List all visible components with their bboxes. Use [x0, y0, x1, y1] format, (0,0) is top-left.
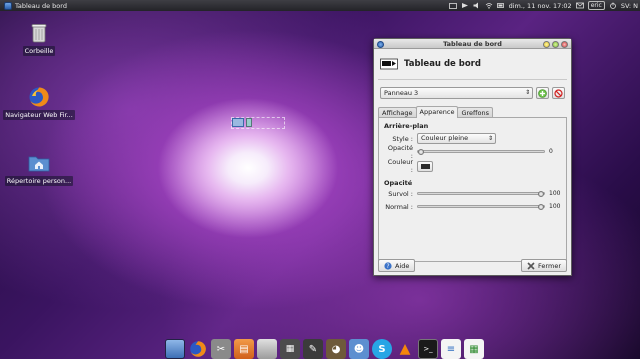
trash-icon[interactable] [257, 339, 277, 359]
hover-label: Survol : [388, 189, 413, 198]
calc-icon[interactable]: ▦ [464, 339, 484, 359]
tools-icon[interactable]: ✎ [303, 339, 323, 359]
hover-value: 100 [549, 190, 561, 197]
trash-icon [28, 22, 50, 44]
slider-knob[interactable] [538, 190, 544, 197]
dialog-buttons: ? Aide Fermer [378, 259, 567, 272]
firefox-icon [28, 86, 50, 108]
background-opacity-slider[interactable] [417, 148, 545, 155]
add-panel-button[interactable] [536, 87, 550, 99]
plus-icon [538, 88, 547, 98]
taskbar-window-title: Tableau de bord [15, 1, 67, 10]
desktop-icon[interactable] [165, 339, 185, 359]
section-title-background: Arrière-plan [384, 122, 429, 130]
vlc-icon[interactable]: ▲ [395, 339, 415, 359]
firefox-icon[interactable] [188, 339, 208, 359]
panel-select[interactable]: Panneau 3 ⇕ [380, 87, 534, 99]
remove-icon [554, 88, 563, 98]
system-tray: dim., 11 nov. 17:02 eric SV: N [448, 0, 638, 11]
users-icon[interactable]: ☻ [349, 339, 369, 359]
panel-drag-ghost[interactable] [231, 117, 285, 129]
opacity-value: 0 [549, 148, 553, 155]
settings-icon[interactable]: ✂ [211, 339, 231, 359]
mail-icon[interactable] [575, 2, 584, 9]
normal-opacity-row: Normal : 100 [384, 200, 561, 213]
slider-knob[interactable] [418, 148, 424, 155]
battery-icon[interactable] [496, 2, 505, 9]
writer-icon[interactable]: ≡ [441, 339, 461, 359]
normal-value: 100 [549, 203, 561, 210]
dialog-header: Tableau de bord [374, 49, 571, 79]
top-panel: Tableau de bord dim., 11 nov. 17:02 eric… [0, 0, 640, 11]
window-menu-icon[interactable] [377, 40, 384, 48]
home-folder-icon [28, 152, 50, 174]
clock[interactable]: dim., 11 nov. 17:02 [509, 2, 572, 10]
user-menu[interactable]: eric [587, 1, 605, 10]
window-titlebar[interactable]: Tableau de bord [374, 39, 571, 49]
color-label: Couleur : [387, 158, 413, 174]
power-icon[interactable] [609, 2, 617, 9]
folder-icon[interactable] [448, 2, 457, 9]
style-select[interactable]: Couleur pleine ⇕ [417, 133, 496, 144]
remove-panel-button[interactable] [552, 87, 565, 99]
files-icon[interactable]: ▤ [234, 339, 254, 359]
keyboard-layout[interactable]: SV: N [621, 2, 638, 10]
help-button[interactable]: ? Aide [378, 259, 416, 272]
calculator-icon[interactable]: ▦ [280, 339, 300, 359]
style-select-value: Couleur pleine [421, 134, 469, 142]
taskbar-window-button[interactable]: Tableau de bord [0, 0, 71, 11]
panel-icon [380, 58, 398, 70]
window-title: Tableau de bord [443, 40, 502, 48]
close-icon [527, 261, 535, 270]
hover-opacity-slider[interactable] [417, 190, 545, 197]
maximize-button[interactable] [552, 40, 559, 48]
close-button[interactable] [561, 40, 568, 48]
media-icon[interactable] [461, 2, 469, 9]
color-picker-button[interactable] [417, 160, 433, 172]
color-row: Couleur : [384, 158, 561, 174]
close-dialog-button[interactable]: Fermer [521, 259, 567, 272]
desktop-icon-home[interactable]: Répertoire person... [4, 152, 74, 186]
volume-icon[interactable] [473, 2, 481, 9]
panel-settings-icon [4, 1, 12, 10]
skype-icon[interactable]: S [372, 339, 392, 359]
panel-select-value: Panneau 3 [384, 89, 419, 97]
minimize-button[interactable] [543, 40, 550, 48]
dock: ✂ ▤ ▦ ✎ ◕ ☻ S ▲ >_ ≡ ▦ [163, 335, 486, 359]
terminal-icon[interactable]: >_ [418, 339, 438, 359]
slider-knob[interactable] [538, 203, 544, 210]
svg-text:?: ? [386, 263, 389, 270]
chevron-down-icon: ⇕ [525, 89, 531, 96]
color-swatch [420, 163, 430, 169]
hover-opacity-row: Survol : 100 [384, 187, 561, 200]
style-label: Style : [392, 134, 413, 143]
panel-outline [231, 117, 285, 129]
desktop-icon-label: Navigateur Web Fir... [3, 110, 75, 120]
desktop-icon-label: Répertoire person... [4, 176, 74, 186]
desktop-icon-firefox[interactable]: Navigateur Web Fir... [3, 86, 75, 120]
tab-apparence[interactable]: Apparence [415, 106, 459, 118]
panel-preferences-window: Tableau de bord Tableau de bord Panneau … [373, 38, 572, 276]
tab-bar: Affichage Apparence Greffons [374, 103, 571, 118]
close-button-label: Fermer [538, 261, 561, 270]
wifi-icon[interactable] [485, 2, 493, 9]
panel-selector-row: Panneau 3 ⇕ [374, 80, 571, 103]
desktop-icon-trash[interactable]: Corbeille [6, 22, 72, 56]
dialog-title: Tableau de bord [404, 59, 481, 69]
chevron-down-icon: ⇕ [487, 135, 493, 142]
section-title-opacity: Opacité [384, 179, 413, 187]
normal-label: Normal : [385, 202, 413, 211]
opacity-row: Opacité : 0 [384, 144, 561, 160]
gimp-icon[interactable]: ◕ [326, 339, 346, 359]
help-icon: ? [384, 261, 392, 270]
desktop-icon-label: Corbeille [22, 46, 56, 56]
help-button-label: Aide [395, 261, 410, 270]
tab-pane-apparence: Arrière-plan Style : Couleur pleine ⇕ Op… [378, 117, 567, 262]
normal-opacity-slider[interactable] [417, 203, 545, 210]
